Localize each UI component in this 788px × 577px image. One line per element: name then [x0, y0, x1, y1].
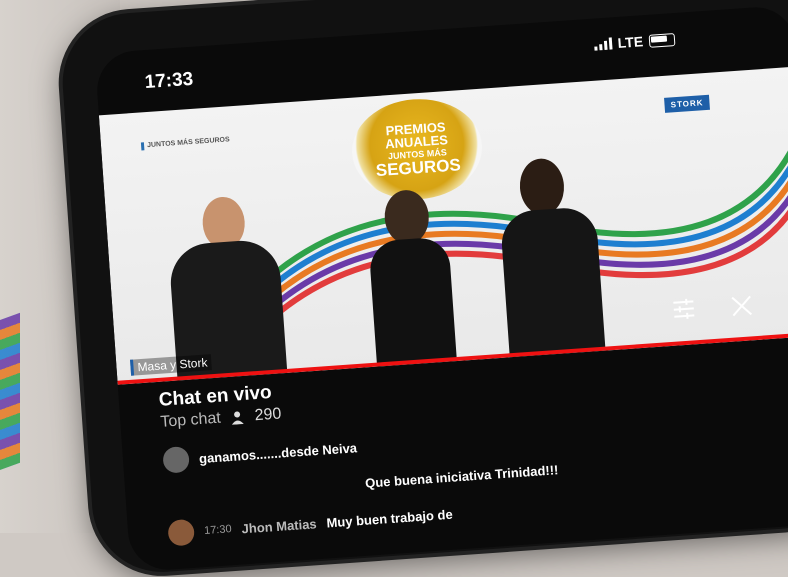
signal-icon [593, 37, 612, 50]
network-label: LTE [617, 33, 643, 51]
chat-message[interactable]: 17:30 Jhon Matias Muy buen trabajo de [167, 493, 561, 546]
chat-message-text: Que buena iniciativa Trinidad!!! [365, 462, 559, 490]
person-woman-right [488, 151, 612, 358]
chat-message-text: ganamos.......desde Neiva [199, 440, 358, 466]
status-right: LTE [593, 31, 675, 53]
corner-logo-right: STORK [664, 95, 710, 113]
phone-frame: 17:33 LTE PREMIOS ANUALES JUNTOS MÁS [58, 0, 788, 577]
chat-header: Chat en vivo Top chat 290 [158, 381, 282, 431]
person-man-tuxedo [164, 183, 287, 380]
chat-message-text: Muy buen trabajo de [326, 506, 453, 530]
phone-screen: 17:33 LTE PREMIOS ANUALES JUNTOS MÁS [95, 5, 788, 573]
close-icon[interactable] [729, 293, 755, 319]
chat-message-time: 17:30 [204, 523, 232, 537]
status-time: 17:33 [144, 69, 194, 94]
sliders-icon[interactable] [671, 297, 696, 321]
viewer-count: 290 [254, 405, 282, 425]
battery-icon [649, 33, 676, 48]
video-player[interactable]: PREMIOS ANUALES JUNTOS MÁS SEGUROS JUNTO… [99, 67, 788, 385]
background-colored-stripes [0, 313, 20, 478]
chat-messages: ganamos.......desde Neiva Que buena inic… [162, 420, 563, 562]
chat-mode[interactable]: Top chat [160, 410, 222, 432]
person-woman-center [355, 181, 467, 368]
person-icon [230, 410, 245, 425]
avatar [162, 446, 190, 474]
